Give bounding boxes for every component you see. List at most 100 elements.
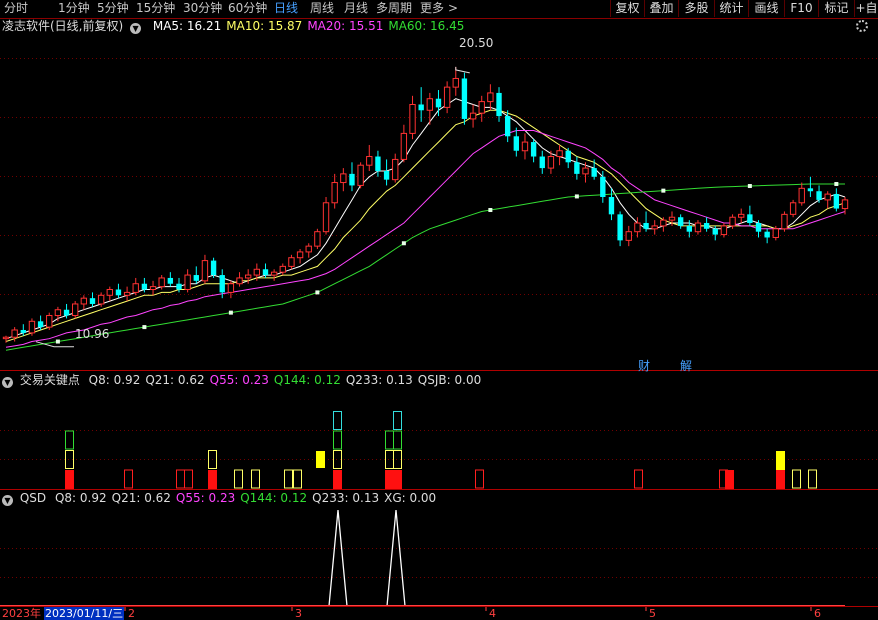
candle-down xyxy=(383,170,390,180)
candle-up xyxy=(841,199,849,210)
candle-up xyxy=(443,86,451,108)
candle-down xyxy=(712,228,718,235)
candle-down xyxy=(513,136,520,151)
key-point-block xyxy=(385,430,394,450)
candle-up xyxy=(132,283,139,293)
indicator-value: Q21: 0.62 xyxy=(145,373,205,387)
cursor-date: 2023/01/11/三 xyxy=(44,607,125,620)
candle-down xyxy=(591,168,597,177)
key-point-block xyxy=(208,470,217,489)
candle-down xyxy=(219,275,225,293)
ma60-dot xyxy=(142,325,147,330)
indicator-value: Q55: 0.23 xyxy=(175,491,236,505)
candle-up xyxy=(236,277,243,285)
candle-up xyxy=(279,265,286,273)
candle-down xyxy=(600,176,606,197)
candle-up xyxy=(521,141,529,152)
qsd-spike xyxy=(386,509,406,607)
candle-down xyxy=(435,98,442,108)
axis-month: 5 xyxy=(649,607,656,620)
candle-up xyxy=(798,187,805,204)
chevron-down-icon[interactable]: ▼ xyxy=(130,23,142,34)
time-axis: 2023年 2023/01/11/三 2 3 4 5 6 xyxy=(0,607,878,620)
candle-down xyxy=(764,231,770,238)
candle-up xyxy=(426,98,434,111)
key-point-block xyxy=(124,469,133,489)
key-point-block xyxy=(776,451,785,470)
candle-down xyxy=(539,156,545,169)
chevron-down-icon[interactable]: ▼ xyxy=(2,377,13,388)
candle-up xyxy=(322,202,330,233)
candle-down xyxy=(349,173,355,186)
panel2-header: ▼ 交易关键点 Q8: 0.92 Q21: 0.62 Q55: 0.23 Q144: … xyxy=(2,372,481,388)
candle-up xyxy=(331,182,338,204)
high-pointer xyxy=(455,66,470,74)
key-point-block xyxy=(393,411,402,430)
key-point-block xyxy=(393,470,402,489)
candle-down xyxy=(262,269,269,276)
candle-up xyxy=(651,225,658,230)
candle-up xyxy=(288,257,295,267)
indicator-value: MA10: 15.87 xyxy=(226,19,303,33)
chevron-down-icon[interactable]: ▼ xyxy=(2,495,13,506)
ma60-dot xyxy=(488,208,493,213)
high-price-label: 20.50 xyxy=(459,36,494,50)
ma60-dot xyxy=(834,181,839,186)
candle-down xyxy=(686,225,692,232)
candle-up xyxy=(789,202,797,215)
ma60-dot xyxy=(55,339,60,344)
candle-down xyxy=(807,188,814,192)
main-panel-header: 凌志软件(日线,前复权) ▼ MA5: 16.21 MA10: 15.87 MA20… xyxy=(2,18,464,34)
key-point-block xyxy=(293,469,302,489)
candle-down xyxy=(677,217,684,226)
ma60-dot xyxy=(315,290,320,295)
key-point-block xyxy=(475,469,484,489)
key-point-block xyxy=(184,469,193,489)
axis-month: 3 xyxy=(295,607,302,620)
candle-up xyxy=(478,101,485,114)
candle-up xyxy=(123,291,131,296)
candle-up xyxy=(2,336,10,340)
key-point-block xyxy=(176,469,185,489)
indicator-value: Q144: 0.12 xyxy=(240,491,308,505)
key-point-block xyxy=(333,430,342,450)
candle-down xyxy=(530,142,537,157)
candle-up xyxy=(158,277,165,288)
candle-up xyxy=(305,245,312,253)
candle-down xyxy=(37,321,44,328)
indicator-value: Q8: 0.92 xyxy=(88,373,141,387)
candle-up xyxy=(668,216,676,221)
candle-down xyxy=(643,223,649,229)
candle-up xyxy=(487,92,494,103)
financial-report-marker[interactable]: 财 xyxy=(638,357,650,374)
indicator-value: XG: 0.00 xyxy=(384,491,437,505)
candle-up xyxy=(314,231,321,247)
candle-up xyxy=(625,231,632,241)
candle-up xyxy=(106,289,113,296)
candle-up xyxy=(738,213,745,218)
candle-down xyxy=(816,191,822,200)
candle-up xyxy=(357,164,364,186)
axis-month: 6 xyxy=(814,607,821,620)
candle-up xyxy=(46,315,53,328)
candle-up xyxy=(28,320,36,334)
candle-down xyxy=(496,92,502,117)
ma-line-ma5 xyxy=(5,98,846,340)
candle-down xyxy=(608,197,615,215)
unlock-marker[interactable]: 解 xyxy=(680,357,692,374)
indicator-value: MA20: 15.51 xyxy=(307,19,384,33)
candle-up xyxy=(201,260,209,282)
key-point-block xyxy=(65,470,74,489)
candle-up xyxy=(694,222,702,233)
candle-up xyxy=(547,156,555,169)
settings-gear-icon[interactable] xyxy=(856,20,868,32)
indicator-value: MA5: 16.21 xyxy=(152,19,222,33)
candle-down xyxy=(418,104,424,111)
candle-down xyxy=(504,116,511,137)
indicator-value: Q233: 0.13 xyxy=(312,491,380,505)
kline-chart[interactable] xyxy=(0,0,878,620)
candle-up xyxy=(245,274,252,279)
indicator-value: Q144: 0.12 xyxy=(273,373,341,387)
ma-line-ma20 xyxy=(5,130,846,348)
ma60-dot xyxy=(401,241,406,246)
